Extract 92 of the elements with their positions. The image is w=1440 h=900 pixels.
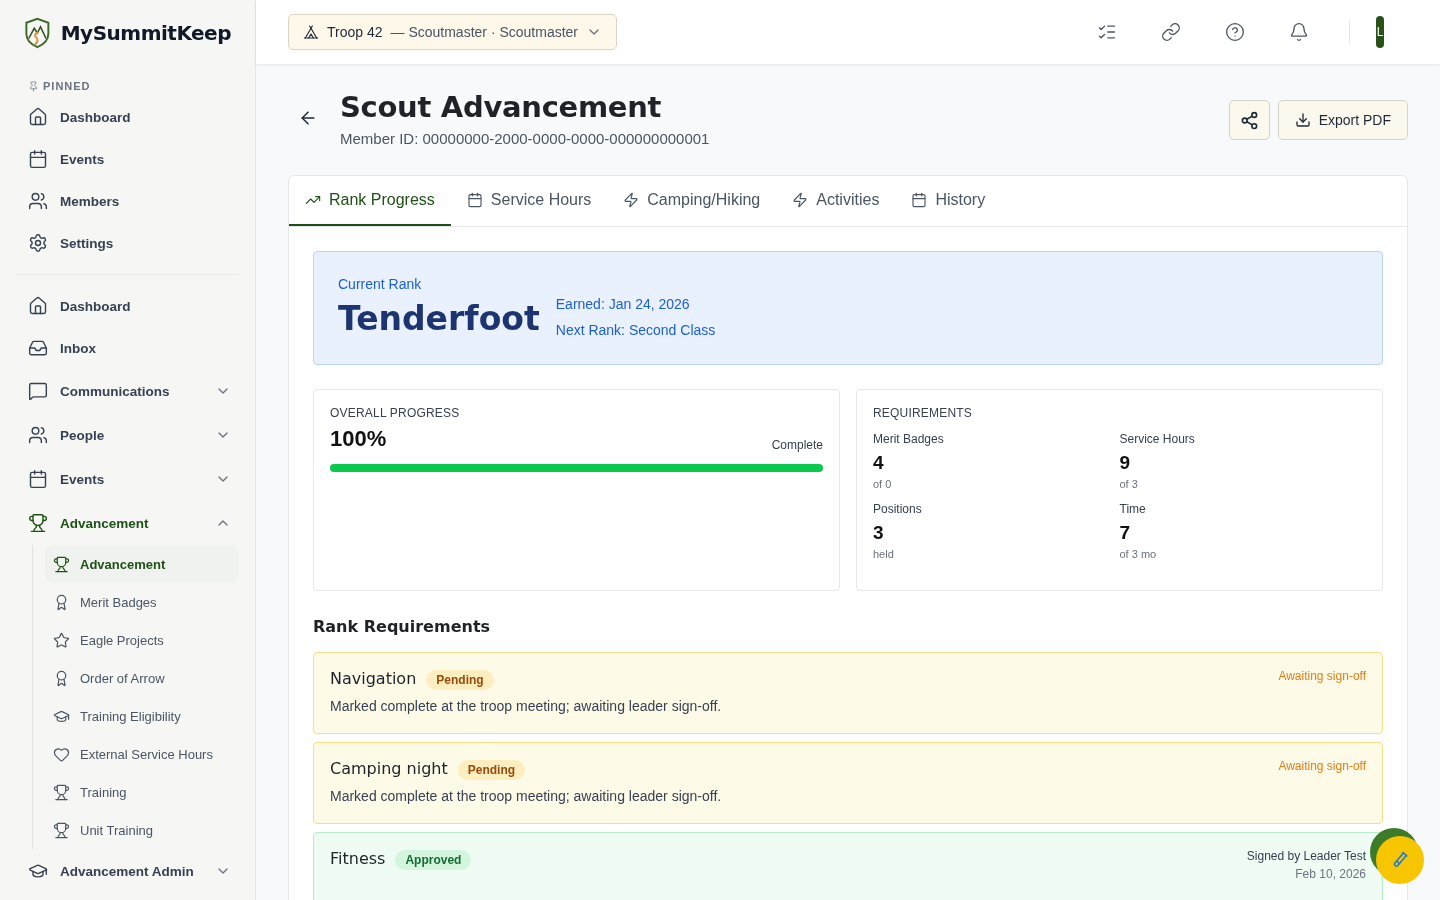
stat-value: 3 <box>873 522 885 544</box>
requirement-name: Navigation <box>330 669 417 688</box>
nav-item[interactable]: People <box>16 413 239 457</box>
stat-value: 4 <box>873 452 885 474</box>
lightning-icon <box>792 192 809 208</box>
tab[interactable]: Activities <box>776 176 896 226</box>
trophy-icon <box>53 821 70 839</box>
nav-item[interactable]: Advancement Admin <box>16 849 239 893</box>
stat-note: of 0 <box>873 478 893 490</box>
nav-item[interactable]: Dashboard <box>16 285 239 327</box>
member-id: Member ID: 00000000-2000-0000-0000-000000000001 <box>340 130 711 147</box>
bell-icon <box>1289 22 1309 42</box>
current-rank-label: Current Rank <box>338 276 423 292</box>
checklist-icon <box>1097 22 1117 42</box>
stat-label: Service Hours <box>1119 432 1196 446</box>
tab[interactable]: Camping/Hiking <box>607 176 777 226</box>
app-name: MySummitKeep <box>60 21 231 45</box>
nav-item[interactable]: Inbox <box>16 327 239 369</box>
status-badge: Pending <box>426 670 494 690</box>
share-icon <box>1239 110 1259 130</box>
chat-icon <box>28 381 48 401</box>
nav-subitem[interactable]: External Service Hours <box>45 735 239 773</box>
earned-date: Earned: Jan 24, 2026 <box>555 296 691 312</box>
rank-name: Tenderfoot <box>338 299 540 338</box>
calendar-icon <box>28 469 48 489</box>
stat-note: of 3 <box>1119 478 1139 490</box>
stat-label: Merit Badges <box>873 432 945 446</box>
pin-icon <box>28 80 39 92</box>
nav-item[interactable]: Events <box>16 457 239 501</box>
share-button[interactable] <box>1228 100 1270 140</box>
nav-subitem[interactable]: Order of Arrow <box>45 659 239 697</box>
nav-subitem[interactable]: Training <box>45 773 239 811</box>
nav-subitem[interactable]: Unit Training <box>45 811 239 849</box>
stat-note: of 3 mo <box>1119 548 1158 560</box>
trophy-icon <box>53 555 70 573</box>
requirement-name: Camping night <box>330 759 448 778</box>
nav-subitem[interactable]: Eagle Projects <box>45 621 239 659</box>
requirement-meta: Signed by Leader Test <box>1246 849 1366 863</box>
nav-item[interactable]: Members <box>16 180 239 222</box>
requirement-description: Marked complete at the troop meeting; awaiting leader sign-off. <box>330 698 722 714</box>
lightning-icon <box>623 192 640 208</box>
inbox-icon <box>28 338 48 358</box>
calendar-icon <box>466 192 483 208</box>
card-label: REQUIREMENTS <box>873 406 974 420</box>
unit-selector[interactable]: Troop 42 — Scoutmaster · Scoutmaster <box>288 14 618 50</box>
trophy-icon <box>53 783 70 801</box>
requirement-meta: Awaiting sign-off <box>1278 759 1366 773</box>
nav-subitem[interactable]: Merit Badges <box>45 583 239 621</box>
settings-icon <box>28 233 48 253</box>
avatar[interactable]: L <box>1376 16 1384 48</box>
requirement-meta: Awaiting sign-off <box>1278 669 1366 683</box>
home-icon <box>28 107 48 127</box>
trophy-icon <box>28 513 48 533</box>
nav-item[interactable]: Dashboard <box>16 96 239 138</box>
stat-value: 7 <box>1119 522 1132 544</box>
nav-item[interactable]: Events <box>16 138 239 180</box>
export-button[interactable]: Export PDF <box>1277 100 1408 140</box>
home-icon <box>28 296 48 316</box>
download-icon <box>1294 112 1311 128</box>
stat-value: 9 <box>1119 452 1132 474</box>
stat-label: Time <box>1119 502 1147 516</box>
tab[interactable]: History <box>895 176 1002 226</box>
help-icon <box>1225 22 1245 42</box>
nav-item[interactable]: Communications <box>16 369 239 413</box>
section-label: PINNED <box>43 80 91 92</box>
stat-label: Positions <box>873 502 923 516</box>
progress-value: 100% <box>330 426 387 452</box>
stat-note: held <box>873 548 895 560</box>
nav-item[interactable]: Advancement <box>16 501 239 545</box>
users-icon <box>28 191 48 211</box>
section-title: Rank Requirements <box>313 617 492 636</box>
card-label: OVERALL PROGRESS <box>330 406 461 420</box>
calendar-icon <box>28 149 48 169</box>
requirement-name: Fitness <box>330 849 386 868</box>
nav-item[interactable]: Settings <box>16 222 239 264</box>
status-badge: Approved <box>395 850 472 870</box>
users-icon <box>28 425 48 445</box>
status-badge: Pending <box>457 760 526 780</box>
heart-icon <box>53 745 70 763</box>
star-icon <box>53 631 70 649</box>
tab[interactable]: Rank Progress <box>289 176 451 226</box>
progress-status: Complete <box>771 438 823 452</box>
requirement-meta: Feb 10, 2026 <box>1295 867 1366 881</box>
tent-icon <box>303 24 319 40</box>
requirement-description: Marked complete at the troop meeting; awaiting leader sign-off. <box>330 788 722 804</box>
link-icon <box>1161 22 1181 42</box>
page-title: Scout Advancement <box>340 90 663 124</box>
next-rank: Next Rank: Second Class <box>555 322 716 338</box>
tab[interactable]: Service Hours <box>450 176 608 226</box>
nav-subitem[interactable]: Advancement <box>45 545 239 583</box>
nav-subitem[interactable]: Training Eligibility <box>45 697 239 735</box>
calendar-icon <box>911 192 928 208</box>
